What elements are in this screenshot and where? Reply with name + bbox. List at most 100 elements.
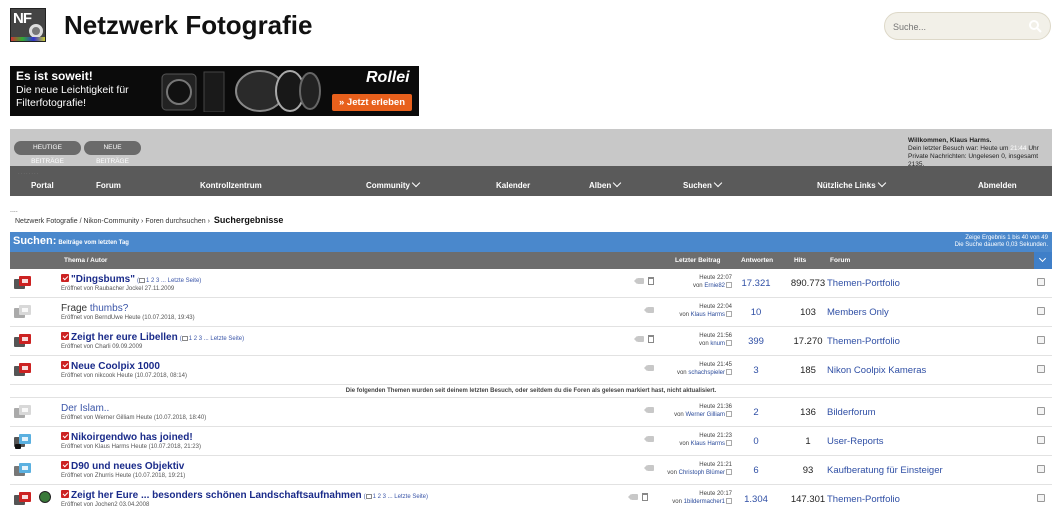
row-checkbox[interactable] [1037,465,1045,473]
topic-title[interactable]: Zeigt her Eure ... besonders schönen Lan… [61,490,428,501]
table-row[interactable]: Zeigt her eure Libellen(1 2 3 ... Letzte… [10,327,1052,356]
answers-count[interactable]: 6 [730,465,782,476]
row-checkbox[interactable] [1037,307,1045,315]
pages-text[interactable]: 1 2 3 ... Letzte Seite) [189,336,244,342]
topic-title-text[interactable]: Frage [61,303,87,314]
row-checkbox[interactable] [1037,336,1045,344]
table-row[interactable]: "Dingsbums"(1 2 3 ... Letzte Seite) Eröf… [10,269,1052,298]
breadcrumb-path[interactable]: Netzwerk Fotografie / Nikon-Community › … [15,218,210,225]
table-row[interactable]: Zeigt her Eure ... besonders schönen Lan… [10,485,1052,512]
tag-icon[interactable] [634,336,644,342]
search-icon[interactable] [1028,19,1042,33]
table-row[interactable]: Nikoirgendwo has joined! Eröffnet von Kl… [10,427,1052,456]
topic-title-text[interactable]: "Dingsbums" [71,274,135,285]
search-input[interactable] [893,19,1023,35]
banner-cta-button[interactable]: » Jetzt erleben [332,94,412,111]
topic-title[interactable]: Frage thumbs? [61,303,128,314]
col-forum[interactable]: Forum [830,257,850,264]
tag-icon[interactable] [628,494,638,500]
search-box[interactable] [884,12,1051,40]
dropdown-icon[interactable] [1034,252,1052,269]
tag-icon[interactable] [634,278,644,284]
nav-abmelden[interactable]: Abmelden [978,166,1017,196]
topic-new-icon [14,463,31,477]
topic-pages[interactable]: (1 2 3 ... Letzte Seite) [364,494,428,500]
answers-count[interactable]: 17.321 [730,278,782,289]
topic-title[interactable]: Neue Coolpix 1000 [61,361,160,372]
topic-title-text[interactable]: Der Islam.. [61,403,109,414]
last-post-user[interactable]: Christoph Blümer [679,470,725,476]
topic-title-text[interactable]: Zeigt her eure Libellen [71,332,178,343]
site-logo[interactable]: NF [10,8,46,42]
forum-link[interactable]: Nikon Coolpix Kameras [827,365,926,376]
col-last-post[interactable]: Letzter Beitrag [675,257,721,264]
row-checkbox[interactable] [1037,436,1045,444]
pages-text[interactable]: 1 2 3 ... Letzte Seite) [373,494,428,500]
topic-title-text[interactable]: Nikoirgendwo has joined! [71,432,193,443]
table-row[interactable]: Neue Coolpix 1000 Eröffnet von nikcook H… [10,356,1052,385]
table-row[interactable]: Frage thumbs? Eröffnet von BerndUwe Heut… [10,298,1052,327]
answers-count[interactable]: 1.304 [730,494,782,505]
answers-count[interactable]: 10 [730,307,782,318]
topic-title-text[interactable]: Zeigt her Eure ... besonders schönen Lan… [71,490,362,501]
forum-link[interactable]: Bilderforum [827,407,876,418]
tag-icon[interactable] [644,307,654,313]
nav-suchen[interactable]: Suchen [683,166,723,196]
topic-title[interactable]: "Dingsbums"(1 2 3 ... Letzte Seite) [61,274,201,285]
trash-icon[interactable] [642,493,648,501]
forum-link[interactable]: User-Reports [827,436,884,447]
row-checkbox[interactable] [1037,494,1045,502]
topic-title-text[interactable]: D90 und neues Objektiv [71,461,184,472]
nav-portal[interactable]: Portal [31,166,54,196]
answers-count[interactable]: 0 [730,436,782,447]
new-posts-button[interactable]: NEUE BEITRÄGE [84,141,141,165]
topic-title-text[interactable]: Neue Coolpix 1000 [71,361,160,372]
forum-link[interactable]: Themen-Portfolio [827,494,900,505]
last-post-user[interactable]: Werner Gilliam [685,412,725,418]
last-post-user[interactable]: Ernie82 [704,283,725,289]
nav-community[interactable]: Community [366,166,421,196]
tag-icon[interactable] [644,365,654,371]
col-topic[interactable]: Thema / Autor [64,257,107,264]
tag-icon[interactable] [644,407,654,413]
topic-title-link[interactable]: thumbs? [90,303,128,314]
topic-title[interactable]: D90 und neues Objektiv [61,461,184,472]
forum-link[interactable]: Kaufberatung für Einsteiger [827,465,943,476]
nav-forum[interactable]: Forum [96,166,121,196]
last-post-user[interactable]: knum [710,341,725,347]
row-checkbox[interactable] [1037,407,1045,415]
table-row[interactable]: Der Islam.. Eröffnet von Werner Gilliam … [10,398,1052,427]
trash-icon[interactable] [648,277,654,285]
col-answers[interactable]: Antworten [741,257,773,264]
site-title[interactable]: Netzwerk Fotografie [64,10,313,41]
trash-icon[interactable] [648,335,654,343]
last-post-user[interactable]: Klaus Harms [691,441,725,447]
topic-title[interactable]: Der Islam.. [61,403,109,414]
last-post-user[interactable]: Klaus Harms [691,312,725,318]
tag-icon[interactable] [644,436,654,442]
topic-pages[interactable]: (1 2 3 ... Letzte Seite) [137,278,201,284]
col-hits[interactable]: Hits [794,257,806,264]
topic-pages[interactable]: (1 2 3 ... Letzte Seite) [180,336,244,342]
last-post-user[interactable]: schachspieler [688,370,725,376]
answers-count[interactable]: 3 [730,365,782,376]
forum-link[interactable]: Themen-Portfolio [827,278,900,289]
ad-banner[interactable]: Es ist soweit! Die neue Leichtigkeit für… [10,66,419,116]
row-checkbox[interactable] [1037,278,1045,286]
table-row[interactable]: D90 und neues Objektiv Eröffnet von Zhur… [10,456,1052,485]
nav-nuetzliche-links[interactable]: Nützliche Links [817,166,886,196]
row-checkbox[interactable] [1037,365,1045,373]
nav-kontrollzentrum[interactable]: Kontrollzentrum [200,166,262,196]
forum-link[interactable]: Themen-Portfolio [827,336,900,347]
nav-alben[interactable]: Alben [589,166,622,196]
topic-title[interactable]: Zeigt her eure Libellen(1 2 3 ... Letzte… [61,332,244,343]
pages-text[interactable]: 1 2 3 ... Letzte Seite) [146,278,201,284]
tag-icon[interactable] [644,465,654,471]
last-post-user[interactable]: 1bildermacher1 [684,499,725,505]
forum-link[interactable]: Members Only [827,307,889,318]
topic-title[interactable]: Nikoirgendwo has joined! [61,432,193,443]
todays-posts-button[interactable]: HEUTIGE BEITRÄGE [14,141,81,165]
answers-count[interactable]: 399 [730,336,782,347]
answers-count[interactable]: 2 [730,407,782,418]
nav-kalender[interactable]: Kalender [496,166,530,196]
